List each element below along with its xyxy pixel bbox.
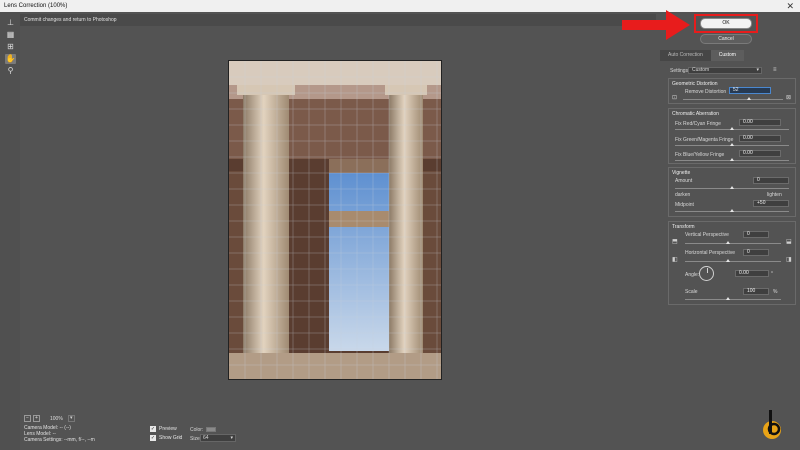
settings-row: Settings: Custom ▾ ≡ xyxy=(670,67,794,75)
remove-distortion-slider[interactable] xyxy=(683,99,783,100)
vignette-midpoint-handle[interactable] xyxy=(730,209,734,212)
close-icon[interactable]: ✕ xyxy=(786,1,794,12)
zoom-dropdown[interactable]: ▾ xyxy=(67,415,75,422)
preview-label: Preview xyxy=(159,426,177,432)
vertical-perspective-slider[interactable] xyxy=(685,243,781,244)
fix-blue-yellow-label: Fix Blue/Yellow Fringe xyxy=(675,152,725,158)
scale-unit: % xyxy=(773,289,778,295)
vignette-midpoint-label: Midpoint xyxy=(675,202,694,208)
vignette-amount-handle[interactable] xyxy=(730,186,734,189)
tab-auto-correction[interactable]: Auto Correction xyxy=(660,50,711,61)
hint-text: Commit changes and return to Photoshop xyxy=(24,17,117,23)
horizontal-perspective-icon: ◧ xyxy=(672,257,678,263)
fix-blue-yellow-handle[interactable] xyxy=(730,158,734,161)
horizontal-perspective-field[interactable]: 0 xyxy=(743,249,769,256)
window-title: Lens Correction (100%) xyxy=(4,3,68,9)
preview-image xyxy=(228,60,442,380)
remove-distortion-label: Remove Distortion xyxy=(685,89,727,95)
chevron-down-icon: ▾ xyxy=(230,435,233,441)
remove-distortion-field[interactable]: 52 xyxy=(729,87,771,94)
fix-red-cyan-field[interactable]: 0.00 xyxy=(739,119,781,126)
vertical-perspective-handle[interactable] xyxy=(726,241,730,244)
settings-label: Settings: xyxy=(670,68,690,74)
fix-blue-yellow-field[interactable]: 0.00 xyxy=(739,150,781,157)
vignette-amount-label: Amount xyxy=(675,178,693,184)
zoom-in-button[interactable]: + xyxy=(33,415,40,422)
darken-label: darken xyxy=(675,192,691,198)
settings-select[interactable]: Custom ▾ xyxy=(688,67,762,74)
zoom-icon[interactable]: ⚲ xyxy=(5,66,16,76)
transform-group: Transform ⬒ Vertical Perspective 0 ⬓ ◧ H… xyxy=(668,221,796,305)
channel-logo xyxy=(763,410,781,439)
angle-dial[interactable] xyxy=(699,266,714,281)
red-arrow-annotation xyxy=(622,10,690,40)
straighten-icon[interactable]: ⊥ xyxy=(5,18,16,28)
remove-distortion-icon[interactable]: ▦ xyxy=(5,30,16,40)
panel-tabs: Auto Correction Custom xyxy=(660,50,798,61)
grid-color-swatch[interactable] xyxy=(206,427,216,432)
lighten-label: lighten xyxy=(767,192,782,198)
move-grid-icon[interactable]: ⊞ xyxy=(5,42,16,52)
zoom-control: − + 100% ▾ xyxy=(24,415,75,422)
transform-title: Transform xyxy=(672,224,695,230)
zoom-out-button[interactable]: − xyxy=(24,415,31,422)
fix-green-magenta-handle[interactable] xyxy=(730,143,734,146)
status-bar: − + 100% ▾ Camera Model: -- (--) Lens Mo… xyxy=(22,412,656,450)
remove-distortion-slider-handle[interactable] xyxy=(747,97,751,100)
chevron-down-icon: ▾ xyxy=(756,67,759,73)
checkbox-check-icon: ✓ xyxy=(150,435,156,441)
settings-value: Custom xyxy=(692,67,710,73)
show-grid-label: Show Grid xyxy=(159,435,183,441)
preview-checkbox[interactable]: ✓ Preview xyxy=(150,426,177,432)
vignette-amount-field[interactable]: 0 xyxy=(753,177,789,184)
vertical-perspective-alt-icon: ⬓ xyxy=(786,239,792,245)
cancel-button[interactable]: Cancel xyxy=(700,34,752,44)
scale-slider-handle[interactable] xyxy=(726,297,730,300)
pincushion-icon: ⊡ xyxy=(672,95,678,101)
grid-color-label: Color: xyxy=(190,427,204,433)
checkbox-check-icon: ✓ xyxy=(150,426,156,432)
vignette-midpoint-field[interactable]: +50 xyxy=(753,200,789,207)
angle-label: Angle: xyxy=(685,272,700,278)
scale-field[interactable]: 100 xyxy=(743,288,769,295)
grid-size-select[interactable]: 64 ▾ xyxy=(200,434,236,442)
scale-slider[interactable] xyxy=(685,299,781,300)
angle-field[interactable]: 0.00 xyxy=(735,270,769,277)
chromatic-aberration-title: Chromatic Aberration xyxy=(672,111,719,117)
ok-button[interactable]: OK xyxy=(700,18,752,29)
zoom-value: 100% xyxy=(50,415,63,422)
tab-custom[interactable]: Custom xyxy=(710,50,744,61)
vertical-perspective-field[interactable]: 0 xyxy=(743,231,769,238)
horizontal-perspective-alt-icon: ◨ xyxy=(786,257,792,263)
scale-label: Scale xyxy=(685,289,698,295)
vertical-perspective-label: Vertical Perspective xyxy=(685,232,729,238)
horizontal-perspective-handle[interactable] xyxy=(726,259,730,262)
hand-icon[interactable]: ✋ xyxy=(5,54,16,64)
vignette-title: Vignette xyxy=(672,170,691,176)
vignette-group: Vignette Amount 0 darken lighten Midpoin… xyxy=(668,167,796,217)
vertical-perspective-icon: ⬒ xyxy=(672,239,678,245)
camera-settings: Camera Settings: --mm, f/--, --m xyxy=(24,437,95,443)
horizontal-perspective-label: Horizontal Perspective xyxy=(685,250,736,256)
chromatic-aberration-group: Chromatic Aberration Fix Red/Cyan Fringe… xyxy=(668,108,796,164)
horizontal-perspective-slider[interactable] xyxy=(685,261,781,262)
camera-info: Camera Model: -- (--) Lens Model: -- Cam… xyxy=(24,425,95,443)
geometric-distortion-title: Geometric Distortion xyxy=(672,81,718,87)
fix-red-cyan-label: Fix Red/Cyan Fringe xyxy=(675,121,721,127)
hint-bar: Commit changes and return to Photoshop xyxy=(20,14,656,26)
geometric-distortion-group: Geometric Distortion Remove Distortion 5… xyxy=(668,78,796,104)
fix-green-magenta-field[interactable]: 0.00 xyxy=(739,135,781,142)
angle-unit: ° xyxy=(771,271,773,277)
barrel-icon: ⊠ xyxy=(786,95,792,101)
fix-green-magenta-label: Fix Green/Magenta Fringe xyxy=(675,137,734,143)
settings-menu-icon[interactable]: ≡ xyxy=(773,67,777,73)
fix-red-cyan-handle[interactable] xyxy=(730,127,734,130)
grid-size-value: 64 xyxy=(203,435,209,441)
show-grid-checkbox[interactable]: ✓ Show Grid xyxy=(150,435,182,441)
tool-bar: ⊥ ▦ ⊞ ✋ ⚲ xyxy=(0,12,20,450)
